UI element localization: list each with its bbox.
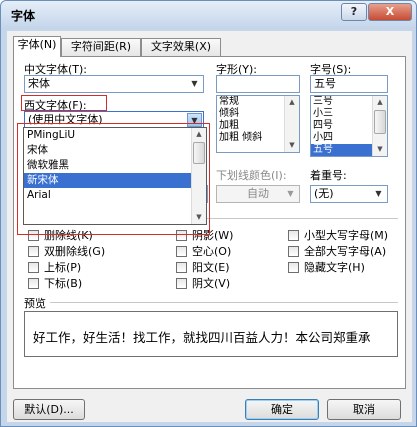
scroll-down-icon[interactable]: ▼ <box>285 139 299 152</box>
checkbox-label: 空心(O) <box>192 245 232 258</box>
checkbox[interactable] <box>176 261 187 273</box>
checkbox-hidden[interactable]: 隐藏文字(H) <box>288 259 365 275</box>
underline-color-value: 自动 <box>247 187 269 200</box>
font-style-input[interactable] <box>216 75 300 93</box>
scroll-up-icon[interactable]: ▲ <box>373 96 387 109</box>
tab-font[interactable]: 字体(N) <box>13 36 61 57</box>
checkbox[interactable] <box>176 245 187 257</box>
chevron-down-icon: ▼ <box>287 189 294 198</box>
close-button[interactable]: X <box>368 3 412 21</box>
chinese-font-value: 宋体 <box>28 77 50 90</box>
checkbox[interactable] <box>28 245 39 257</box>
font-size-value: 五号 <box>314 77 336 90</box>
dialog-body: 字体(N) 字符间距(R) 文字效果(X) 中文字体(T): 宋体 ▼ 西文字体… <box>7 31 412 422</box>
help-button[interactable]: ? <box>341 3 367 21</box>
chevron-down-icon: ▼ <box>191 79 198 88</box>
scrollbar[interactable]: ▲ ▼ <box>372 96 387 156</box>
checkbox-outline[interactable]: 空心(O) <box>176 243 231 259</box>
divider <box>50 302 398 303</box>
scroll-up-icon[interactable]: ▲ <box>285 96 299 109</box>
cancel-button[interactable]: 取消 <box>327 399 401 420</box>
checkbox-label: 上标(P) <box>44 261 82 274</box>
checkbox-superscript[interactable]: 上标(P) <box>28 259 81 275</box>
title-bar: 字体 ? X <box>1 1 416 29</box>
checkbox[interactable] <box>28 277 39 289</box>
chinese-font-select[interactable]: 宋体 ▼ <box>24 75 204 93</box>
checkbox-label: 阳文(E) <box>192 261 230 274</box>
scroll-thumb[interactable] <box>374 110 386 134</box>
emphasis-label: 着重号: <box>310 169 347 182</box>
default-button[interactable]: 默认(D)... <box>13 399 85 420</box>
scroll-down-icon[interactable]: ▼ <box>373 143 387 156</box>
checkbox-label: 下标(B) <box>44 277 83 290</box>
emphasis-select[interactable]: (无) ▼ <box>310 185 388 203</box>
checkbox-label: 全部大写字母(A) <box>304 245 387 258</box>
underline-color-select: 自动 ▼ <box>216 185 300 203</box>
checkbox-subscript[interactable]: 下标(B) <box>28 275 82 291</box>
checkbox-engrave[interactable]: 阴文(V) <box>176 275 230 291</box>
underline-color-label: 下划线颜色(I): <box>216 169 287 182</box>
font-style-list[interactable]: 常规 倾斜 加粗 加粗 倾斜 ▲ ▼ <box>216 95 300 153</box>
checkbox[interactable] <box>28 261 39 273</box>
font-size-list[interactable]: 三号 小三 四号 小四 五号 ▲ ▼ <box>310 95 388 157</box>
checkbox-label: 双删除线(G) <box>44 245 106 258</box>
tab-text-effects[interactable]: 文字效果(X) <box>141 38 221 56</box>
help-icon: ? <box>350 5 358 18</box>
font-size-input[interactable]: 五号 <box>310 75 388 93</box>
checkbox-all-caps[interactable]: 全部大写字母(A) <box>288 243 386 259</box>
checkbox[interactable] <box>288 261 299 273</box>
checkbox-emboss[interactable]: 阳文(E) <box>176 259 230 275</box>
checkbox[interactable] <box>176 277 187 289</box>
preview-box: 好工作，好生活！找工作，就找四川百益人力！本公司郑重承 <box>24 311 398 357</box>
annotation-box-dropdown <box>17 123 210 235</box>
checkbox-label: 小型大写字母(M) <box>304 229 389 242</box>
checkbox[interactable] <box>288 245 299 257</box>
checkbox[interactable] <box>288 229 299 241</box>
annotation-box-western-label <box>21 95 107 111</box>
chevron-down-icon: ▼ <box>375 189 382 198</box>
tab-character-spacing[interactable]: 字符间距(R) <box>61 38 141 56</box>
checkbox-label: 隐藏文字(H) <box>304 261 365 274</box>
preview-title: 预览 <box>24 297 46 310</box>
window-title: 字体 <box>11 9 36 23</box>
scrollbar[interactable]: ▲ ▼ <box>284 96 299 152</box>
preview-text: 好工作，好生活！找工作，就找四川百益人力！本公司郑重承 <box>33 330 371 345</box>
ok-button[interactable]: 确定 <box>245 399 319 420</box>
font-dialog: 字体 ? X 字体(N) 字符间距(R) 文字效果(X) 中文字体(T): 宋体… <box>0 0 417 427</box>
checkbox-label: 阴文(V) <box>192 277 231 290</box>
checkbox-small-caps[interactable]: 小型大写字母(M) <box>288 227 388 243</box>
emphasis-value: (无) <box>314 187 334 200</box>
close-icon: X <box>385 5 395 18</box>
checkbox-double-strikethrough[interactable]: 双删除线(G) <box>28 243 105 259</box>
